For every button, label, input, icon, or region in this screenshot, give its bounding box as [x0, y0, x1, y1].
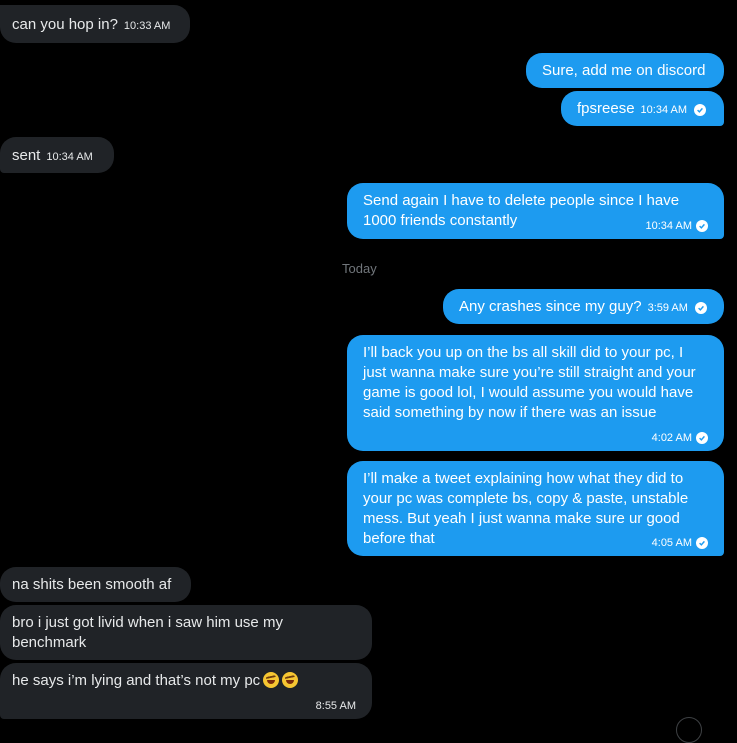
message-text-line: said something by now if there was an is… [363, 404, 657, 421]
message-text: can you hop in? [12, 16, 118, 33]
read-receipt-icon [696, 220, 708, 232]
message-text-line: just wanna make sure you’re still straig… [363, 364, 696, 381]
rolling-on-floor-laughing-icon [282, 672, 299, 688]
message-text: sent [12, 147, 41, 164]
read-receipt-icon [695, 302, 708, 314]
message-text: Any crashes since my guy? [459, 298, 642, 315]
message-text-line: your pc was complete bs, copy & paste, u… [363, 490, 689, 507]
outgoing-message[interactable]: Sure, add me on discord [526, 53, 724, 88]
read-receipt-icon [696, 432, 708, 444]
outgoing-message[interactable]: Send again I have to delete people since… [347, 183, 724, 239]
message-text-line: game is good lol, I would assume you wou… [363, 384, 694, 401]
message-text-line: I’ll back you up on the bs all skill did… [363, 344, 684, 361]
message-time: 8:55 AM [315, 700, 356, 712]
message-time: 10:33 AM [123, 20, 171, 32]
message-text-line: I’ll make a tweet explaining how what th… [363, 470, 684, 487]
read-receipt-icon [696, 537, 708, 549]
outgoing-message[interactable]: I’ll back you up on the bs all skill did… [347, 335, 724, 451]
incoming-message[interactable]: sent 10:34 AM [0, 137, 114, 173]
outgoing-message[interactable]: I’ll make a tweet explaining how what th… [347, 461, 724, 556]
outgoing-message[interactable]: fpsreese 10:34 AM [561, 91, 724, 126]
message-time: 4:02 AM [651, 432, 692, 444]
outgoing-message[interactable]: Any crashes since my guy? 3:59 AM [443, 289, 724, 324]
message-time: 3:59 AM [647, 302, 688, 314]
rolling-on-floor-laughing-icon [263, 672, 280, 688]
message-text-line: mess. But yeah I just wanna make sure ur… [363, 510, 680, 527]
scroll-to-bottom-button[interactable] [676, 717, 702, 743]
incoming-message[interactable]: bro i just got livid when i saw him use … [0, 605, 372, 660]
message-text: Sure, add me on discord [542, 62, 706, 79]
incoming-message[interactable]: can you hop in? 10:33 AM [0, 5, 190, 43]
message-text-line: benchmark [12, 634, 87, 651]
message-text: fpsreese [577, 100, 635, 117]
read-receipt-icon [694, 104, 707, 116]
message-time: 10:34 AM [46, 151, 93, 163]
incoming-message[interactable]: he says i’m lying and that’s not my pc 8… [0, 663, 372, 719]
incoming-message[interactable]: na shits been smooth af [0, 567, 191, 602]
message-text: he says i’m lying and that’s not my pc [12, 672, 261, 689]
message-text-line: Send again I have to delete people since… [363, 192, 680, 209]
day-divider: Today [342, 261, 377, 276]
message-time: 10:34 AM [645, 220, 692, 232]
message-text-line: bro i just got livid when i saw him use … [12, 614, 283, 631]
message-text: na shits been smooth af [12, 576, 172, 593]
message-time: 4:05 AM [651, 537, 692, 549]
message-time: 10:34 AM [640, 104, 688, 116]
